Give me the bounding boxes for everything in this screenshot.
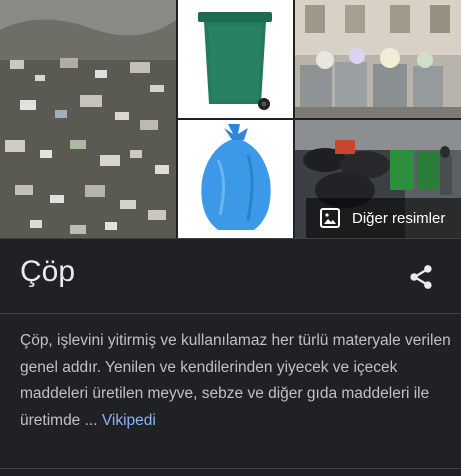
more-images-label: Diğer resimler (352, 209, 446, 227)
description: Çöp, işlevini yitirmiş ve kullanılamaz h… (20, 328, 452, 434)
share-icon[interactable] (406, 262, 436, 292)
divider (0, 313, 461, 314)
description-text: Çöp, işlevini yitirmiş ve kullanılamaz h… (20, 332, 451, 429)
image-icon (320, 208, 340, 228)
image-grid: Diğer resimler (0, 0, 461, 238)
image-landfill[interactable] (0, 0, 176, 238)
more-images-button[interactable]: Diğer resimler (306, 198, 461, 238)
image-blue-bag[interactable] (178, 120, 293, 238)
knowledge-panel: Diğer resimler Çöp Çöp, işlevini yitirmi… (0, 0, 461, 476)
page-title: Çöp (20, 255, 76, 288)
panel-header: Çöp (0, 239, 461, 314)
source-link[interactable]: Vikipedi (102, 412, 156, 429)
divider (0, 468, 461, 469)
image-green-bin[interactable] (178, 0, 293, 118)
image-street-bins[interactable] (295, 0, 461, 118)
